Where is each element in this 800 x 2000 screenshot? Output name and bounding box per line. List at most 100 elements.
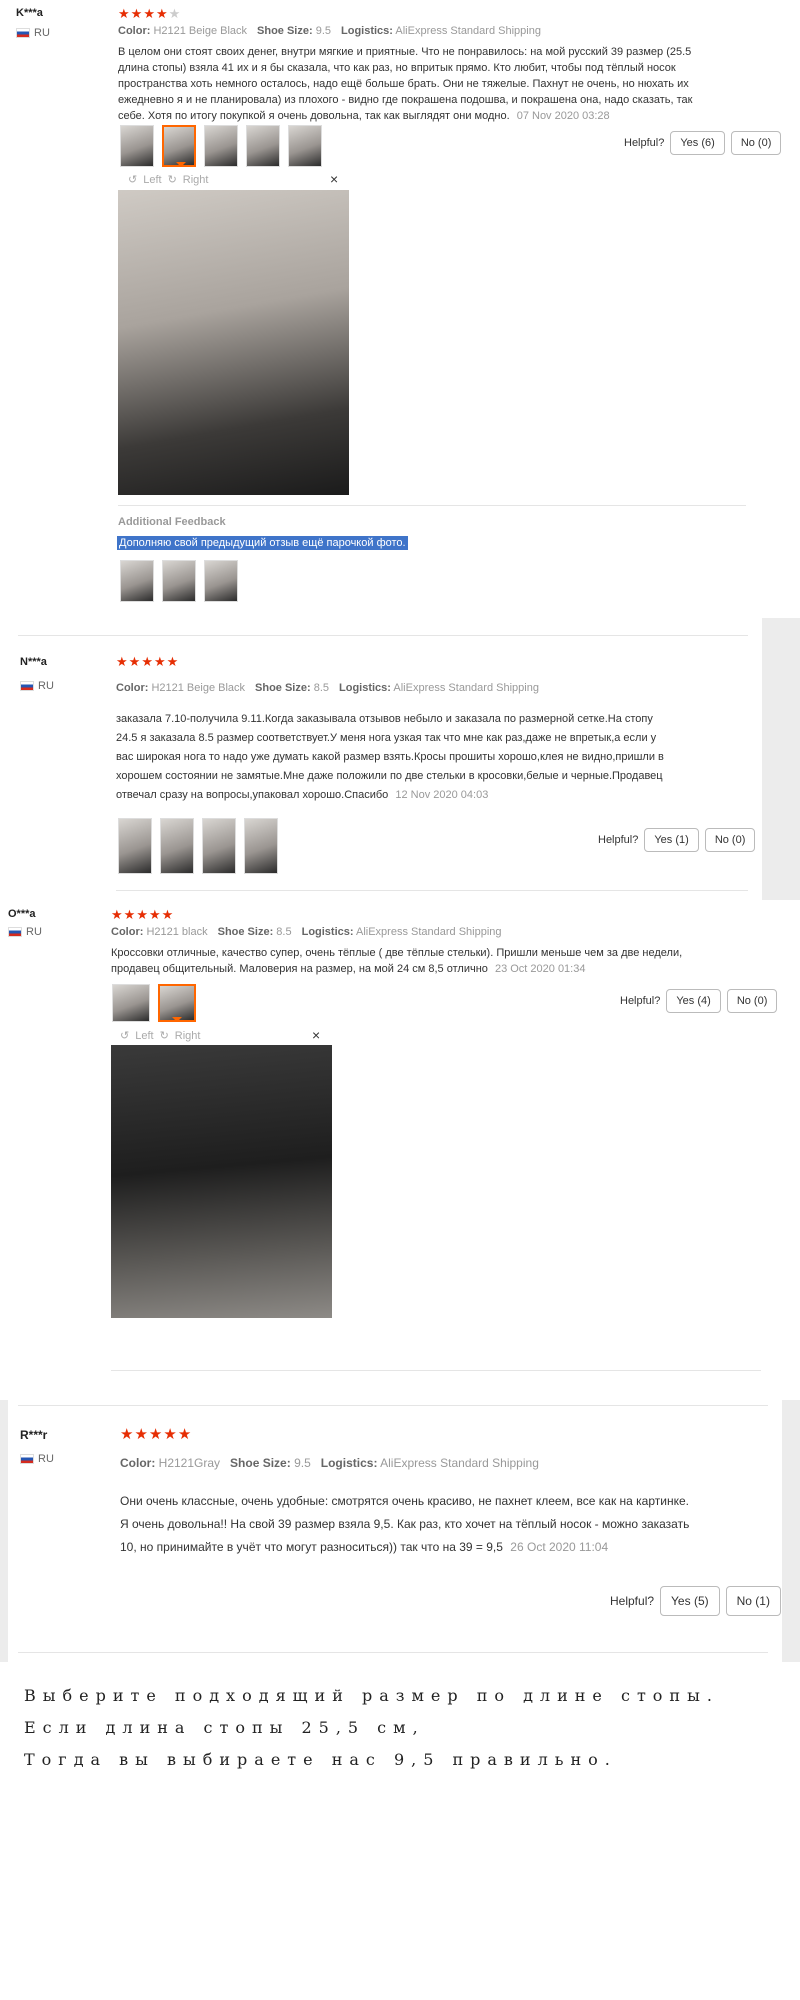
photo-thumbnail[interactable] [244, 818, 278, 874]
rotate-left-label[interactable]: Left [143, 174, 161, 186]
helpful-controls: Helpful? Yes (6) No (0) [624, 131, 782, 155]
review-3: O***a RU ★ ★ ★ ★ ★ Color: H2121 black Sh… [0, 900, 800, 1380]
photo-thumbnail-selected[interactable] [162, 125, 196, 167]
enlarged-review-photo [118, 190, 349, 495]
star-icon: ★ [166, 654, 179, 669]
star-icon: ★ [111, 907, 123, 922]
rotate-right-label[interactable]: Right [175, 1030, 201, 1042]
color-label: Color: [116, 682, 149, 694]
close-icon[interactable]: × [330, 171, 338, 187]
rotate-right-icon[interactable]: ↻ [168, 173, 177, 186]
reviewer-name: R***r [20, 1428, 48, 1442]
helpful-controls: Helpful? Yes (5) No (1) [610, 1586, 781, 1616]
size-label: Shoe Size: [255, 682, 311, 694]
side-strip [782, 1400, 800, 1662]
review-1: K***a RU ★ ★ ★ ★ ★ Color: H2121 Beige Bl… [0, 0, 800, 615]
logistics-label: Logistics: [301, 926, 354, 938]
country-code: RU [26, 926, 42, 938]
photo-thumbnail[interactable] [112, 984, 150, 1022]
size-value: 8.5 [313, 682, 329, 694]
divider [118, 505, 746, 506]
helpful-label: Helpful? [620, 995, 661, 1007]
review-body: заказала 7.10-получила 9.11.Когда заказы… [116, 713, 664, 801]
helpful-yes-button[interactable]: Yes (1) [644, 828, 699, 852]
country-code: RU [38, 1453, 54, 1465]
rotate-right-icon[interactable]: ↻ [160, 1029, 169, 1042]
rating-stars: ★ ★ ★ ★ ★ [120, 1426, 192, 1443]
rotate-left-icon[interactable]: ↺ [120, 1029, 129, 1042]
divider [18, 1652, 768, 1653]
photo-thumbnail[interactable] [202, 818, 236, 874]
photo-thumbnail[interactable] [118, 818, 152, 874]
rotate-left-icon[interactable]: ↺ [128, 173, 137, 186]
star-icon: ★ [155, 6, 168, 21]
photo-thumbnail[interactable] [204, 125, 238, 167]
size-value: 8.5 [276, 926, 292, 938]
star-icon: ★ [136, 907, 148, 922]
star-icon: ★ [118, 6, 130, 21]
photo-viewer-toolbar: ↺ Left ↻ Right [128, 173, 209, 187]
size-advice-line-2: Если длина стопы 25,5 см, [24, 1718, 425, 1737]
review-text: заказала 7.10-получила 9.11.Когда заказы… [116, 710, 676, 805]
review-text: В целом они стоят своих денег, внутри мя… [118, 44, 698, 124]
photo-thumbnail[interactable] [288, 125, 322, 167]
photo-thumbnail-selected[interactable] [158, 984, 196, 1022]
reviewer-country: RU [20, 680, 54, 692]
review-4: R***r RU ★ ★ ★ ★ ★ Color: H2121Gray Shoe… [8, 1400, 782, 1662]
color-value: H2121 Beige Black [151, 682, 246, 694]
additional-photo-thumbnails [120, 560, 238, 602]
size-label: Shoe Size: [257, 25, 313, 37]
helpful-no-button[interactable]: No (0) [730, 131, 782, 155]
review-date: 23 Oct 2020 01:34 [494, 963, 586, 975]
size-value: 9.5 [315, 25, 331, 37]
star-icon: ★ [143, 6, 155, 21]
star-icon: ★ [120, 1426, 134, 1443]
size-label: Shoe Size: [230, 1456, 291, 1470]
star-icon: ★ [163, 1426, 177, 1443]
russia-flag-icon [20, 681, 34, 691]
review-date: 12 Nov 2020 04:03 [395, 789, 489, 801]
additional-feedback-text: Дополняю свой предыдущий отзыв ещё пароч… [117, 536, 408, 550]
photo-thumbnail[interactable] [160, 818, 194, 874]
photo-thumbnail[interactable] [120, 560, 154, 602]
helpful-yes-button[interactable]: Yes (5) [660, 1586, 720, 1616]
side-strip [762, 618, 800, 900]
color-label: Color: [120, 1456, 156, 1470]
helpful-controls: Helpful? Yes (1) No (0) [598, 828, 756, 852]
star-icon: ★ [123, 907, 136, 922]
logistics-value: AliExpress Standard Shipping [356, 926, 502, 938]
reviewer-country: RU [16, 27, 50, 39]
size-label: Shoe Size: [217, 926, 274, 938]
helpful-yes-button[interactable]: Yes (4) [666, 989, 721, 1013]
color-value: H2121 black [146, 926, 208, 938]
color-label: Color: [111, 926, 144, 938]
country-code: RU [34, 27, 50, 39]
helpful-no-button[interactable]: No (0) [704, 828, 756, 852]
photo-thumbnail[interactable] [246, 125, 280, 167]
divider [18, 635, 748, 636]
size-advice-line-3: Тогда вы выбираете нас 9,5 правильно. [24, 1750, 617, 1769]
rotate-right-label[interactable]: Right [183, 174, 209, 186]
star-icon: ★ [148, 1426, 163, 1443]
helpful-no-button[interactable]: No (0) [726, 989, 778, 1013]
enlarged-review-photo [111, 1045, 332, 1318]
logistics-value: AliExpress Standard Shipping [395, 25, 541, 37]
size-value: 9.5 [294, 1456, 311, 1470]
star-icon: ★ [130, 6, 143, 21]
photo-thumbnail[interactable] [162, 560, 196, 602]
star-icon: ★ [161, 907, 174, 922]
logistics-value: AliExpress Standard Shipping [393, 682, 539, 694]
divider [116, 890, 748, 891]
rotate-left-label[interactable]: Left [135, 1030, 153, 1042]
star-empty-icon: ★ [168, 6, 181, 21]
photo-thumbnail[interactable] [120, 125, 154, 167]
russia-flag-icon [16, 28, 30, 38]
helpful-no-button[interactable]: No (1) [725, 1586, 781, 1616]
helpful-yes-button[interactable]: Yes (6) [670, 131, 725, 155]
close-icon[interactable]: × [312, 1027, 320, 1043]
star-icon: ★ [134, 1426, 148, 1443]
star-icon: ★ [177, 1426, 192, 1443]
reviewer-name: O***a [8, 908, 36, 920]
photo-thumbnail[interactable] [204, 560, 238, 602]
russia-flag-icon [20, 1454, 34, 1464]
